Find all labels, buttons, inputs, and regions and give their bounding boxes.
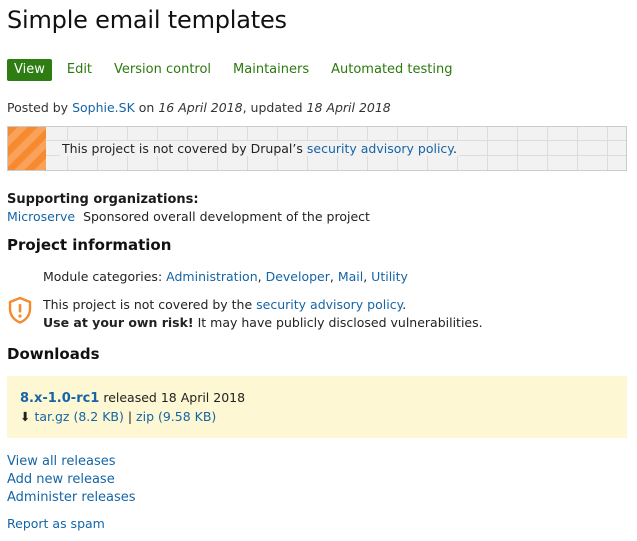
risk-text: It may have publicly disclosed vulnerabi… (197, 315, 483, 330)
security-advisory-link[interactable]: security advisory policy (307, 141, 453, 156)
tab-automated-testing[interactable]: Automated testing (324, 59, 459, 81)
organization-link[interactable]: Microserve (7, 209, 75, 224)
security-policy-link[interactable]: security advisory policy (256, 297, 402, 312)
add-new-release-link[interactable]: Add new release (7, 472, 115, 487)
page-title: Simple email templates (7, 6, 287, 34)
tar-download-link[interactable]: tar.gz (8.2 KB) (34, 409, 123, 424)
organization-description: Sponsored overall development of the pro… (83, 209, 370, 224)
release-links: View all releases Add new release Admini… (7, 453, 136, 507)
view-all-releases-link[interactable]: View all releases (7, 454, 115, 469)
updated-prefix: , updated (242, 100, 303, 115)
organization-item: Microserve Sponsored overall development… (7, 209, 370, 224)
supporting-organizations-heading: Supporting organizations: (7, 192, 199, 207)
posted-date: 16 April 2018 (158, 100, 243, 115)
security-suffix: . (402, 297, 407, 312)
notice-text: This project is not covered by Drupal’s … (60, 141, 459, 156)
notice-message: This project is not covered by Drupal’s (62, 141, 303, 156)
category-mail[interactable]: Mail (338, 269, 363, 284)
report-spam-link[interactable]: Report as spam (7, 516, 105, 531)
risk-line: Use at your own risk! It may have public… (43, 314, 483, 332)
release-version-link[interactable]: 8.x-1.0-rc1 (20, 391, 99, 406)
security-notice-banner: This project is not covered by Drupal’s … (7, 126, 627, 171)
category-developer[interactable]: Developer (266, 269, 330, 284)
administer-releases-link[interactable]: Administer releases (7, 490, 136, 505)
module-categories: Module categories: Administration, Devel… (43, 269, 408, 284)
tab-edit[interactable]: Edit (60, 59, 99, 81)
release-date: released 18 April 2018 (103, 390, 246, 405)
tab-view[interactable]: View (7, 59, 52, 81)
risk-bold: Use at your own risk! (43, 315, 194, 330)
warning-stripe (8, 127, 46, 170)
download-icon: ⬇ (20, 409, 31, 424)
categories-label: Module categories: (43, 269, 163, 284)
posted-prefix: Posted by (7, 100, 69, 115)
downloads-heading: Downloads (7, 345, 100, 363)
updated-date: 18 April 2018 (306, 100, 391, 115)
release-box: 8.x-1.0-rc1 released 18 April 2018 ⬇ tar… (7, 376, 627, 438)
tab-version-control[interactable]: Version control (107, 59, 218, 81)
category-utility[interactable]: Utility (371, 269, 408, 284)
release-downloads: ⬇ tar.gz (8.2 KB) | zip (9.58 KB) (20, 409, 216, 424)
project-information-heading: Project information (7, 236, 172, 254)
security-line: This project is not covered by the secur… (43, 296, 483, 314)
security-message: This project is not covered by the (43, 297, 253, 312)
project-tabs: View Edit Version control Maintainers Au… (7, 59, 468, 81)
shield-warning-icon (7, 296, 33, 324)
zip-download-link[interactable]: zip (9.58 KB) (136, 409, 216, 424)
posted-on: on (138, 100, 155, 115)
download-separator: | (127, 409, 133, 424)
release-header: 8.x-1.0-rc1 released 18 April 2018 (20, 390, 245, 406)
posted-info: Posted by Sophie.SK on 16 April 2018, up… (7, 100, 391, 115)
notice-suffix: . (452, 141, 457, 156)
category-administration[interactable]: Administration (166, 269, 257, 284)
security-warning: This project is not covered by the secur… (43, 296, 483, 332)
author-link[interactable]: Sophie.SK (72, 100, 135, 115)
tab-maintainers[interactable]: Maintainers (226, 59, 316, 81)
